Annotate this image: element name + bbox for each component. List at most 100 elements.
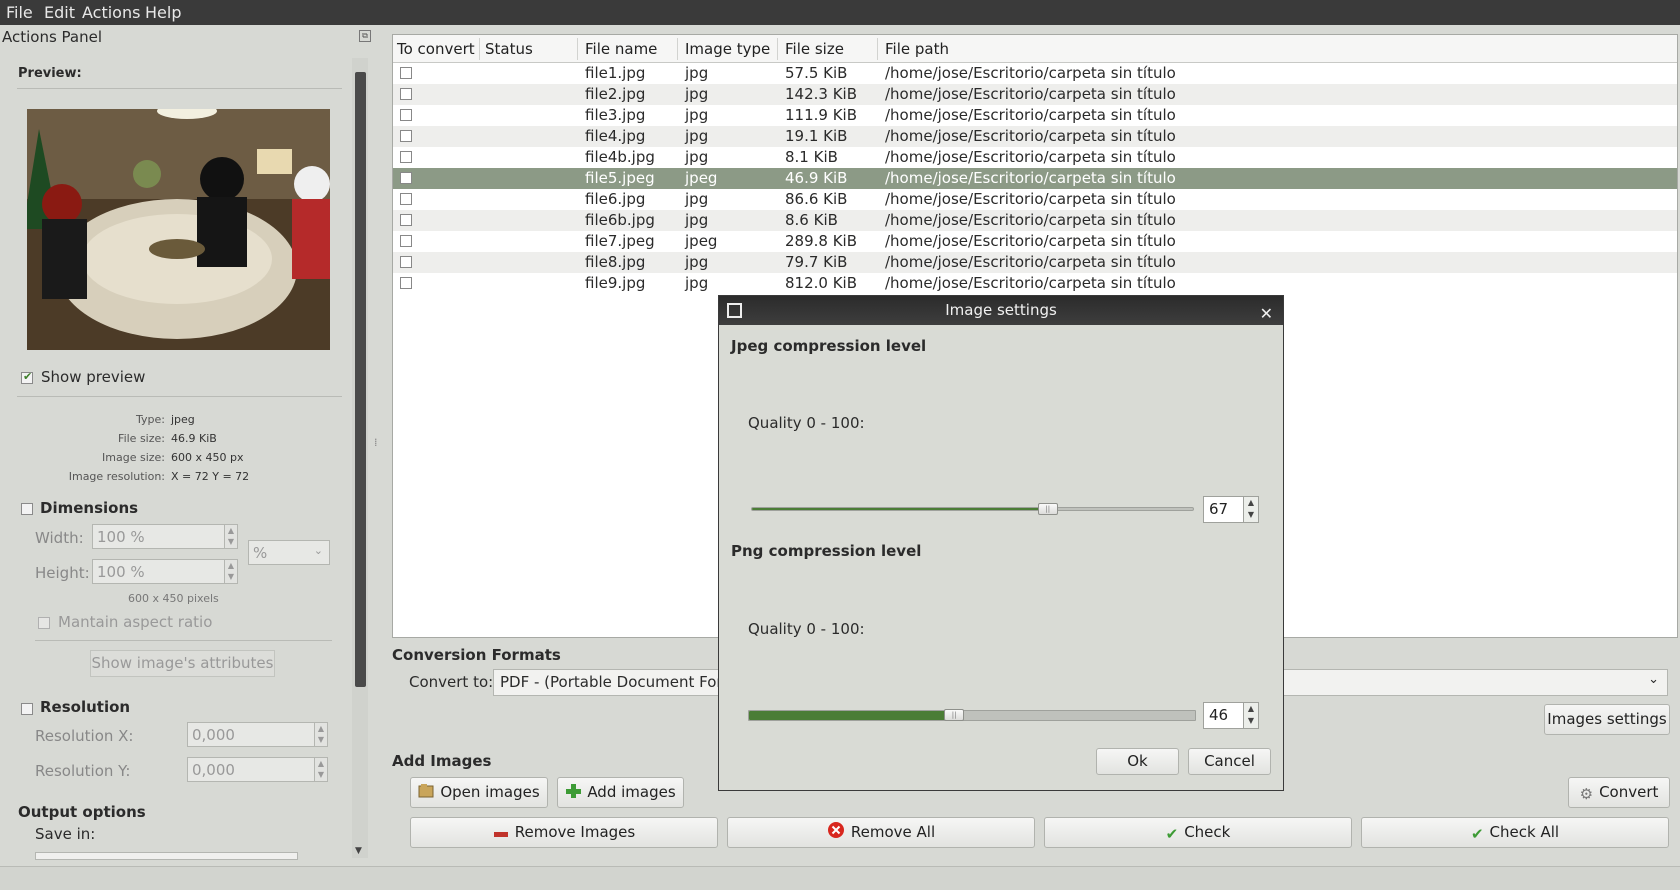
remove-all-button[interactable]: Remove All xyxy=(727,817,1035,848)
col-image-type[interactable]: Image type xyxy=(685,40,770,58)
width-label: Width: xyxy=(35,529,84,547)
row-convert-checkbox[interactable] xyxy=(400,109,412,121)
col-to-convert[interactable]: To convert xyxy=(397,40,475,58)
file-path-cell: /home/jose/Escritorio/carpeta sin título xyxy=(885,85,1176,103)
menu-edit[interactable]: Edit xyxy=(44,3,75,22)
jpeg-compression-title: Jpeg compression level xyxy=(731,337,927,355)
check-all-button[interactable]: ✔ Check All xyxy=(1361,817,1669,848)
scroll-down-icon[interactable]: ▼ xyxy=(355,846,362,856)
table-row[interactable]: file6.jpg jpg 86.6 KiB/home/jose/Escritori… xyxy=(393,189,1677,210)
png-quality-slider[interactable] xyxy=(748,710,1196,721)
png-compression-title: Png compression level xyxy=(731,542,922,560)
check-button[interactable]: ✔ Check xyxy=(1044,817,1352,848)
ok-button[interactable]: Ok xyxy=(1096,748,1179,775)
panel-scrollbar-thumb[interactable] xyxy=(355,72,366,687)
table-row[interactable]: file3.jpg jpg 111.9 KiB/home/jose/Escritor… xyxy=(393,105,1677,126)
row-convert-checkbox[interactable] xyxy=(400,277,412,289)
menu-help[interactable]: Help xyxy=(145,3,181,22)
panel-scrollbar[interactable]: ▼ xyxy=(352,58,368,858)
pane-splitter-handle[interactable]: ⁞ xyxy=(374,436,378,449)
add-images-title: Add Images xyxy=(392,752,492,770)
dialog-titlebar: Image settings ✕ xyxy=(719,296,1283,325)
images-settings-button[interactable]: Images settings xyxy=(1544,704,1670,735)
image-type-cell: jpg xyxy=(685,106,709,124)
row-convert-checkbox[interactable] xyxy=(400,214,412,226)
image-type-cell: jpg xyxy=(685,211,709,229)
resolution-x-spinner[interactable]: ▲ ▼ xyxy=(314,722,328,747)
unit-select[interactable]: % ⌄ xyxy=(248,540,330,565)
dimensions-checkbox[interactable] xyxy=(21,503,33,515)
file-path-cell: /home/jose/Escritorio/carpeta sin título xyxy=(885,190,1176,208)
row-convert-checkbox[interactable] xyxy=(400,256,412,268)
file-name-cell: file5.jpeg xyxy=(585,169,655,187)
col-status[interactable]: Status xyxy=(485,40,533,58)
col-file-size[interactable]: File size xyxy=(785,40,844,58)
panel-detach-icon[interactable]: ⧉ xyxy=(359,30,371,42)
aspect-ratio-label: Mantain aspect ratio xyxy=(58,613,213,631)
file-name-cell: file4b.jpg xyxy=(585,148,655,166)
png-quality-spinner[interactable]: ▲ ▼ xyxy=(1243,702,1259,729)
file-size-cell: 8.6 KiB xyxy=(785,211,838,229)
remove-images-button[interactable]: Remove Images xyxy=(410,817,718,848)
height-spinner[interactable]: ▲ ▼ xyxy=(224,559,238,584)
file-name-cell: file6b.jpg xyxy=(585,211,655,229)
close-icon[interactable]: ✕ xyxy=(1260,300,1273,328)
col-file-path[interactable]: File path xyxy=(885,40,949,58)
image-type-cell: jpg xyxy=(685,148,709,166)
resolution-y-field[interactable]: 0,000 xyxy=(187,757,315,782)
col-file-name[interactable]: File name xyxy=(585,40,657,58)
show-attributes-button[interactable]: Show image's attributes xyxy=(90,650,275,677)
row-convert-checkbox[interactable] xyxy=(400,235,412,247)
table-header: To convert Status File name Image type F… xyxy=(393,35,1677,63)
table-row[interactable]: file4.jpg jpg 19.1 KiB/home/jose/Escritori… xyxy=(393,126,1677,147)
jpeg-quality-input[interactable]: 67 xyxy=(1203,496,1245,523)
jpeg-quality-slider[interactable] xyxy=(751,507,1194,511)
row-convert-checkbox[interactable] xyxy=(400,130,412,142)
row-convert-checkbox[interactable] xyxy=(400,172,412,184)
show-preview-checkbox[interactable] xyxy=(21,370,33,384)
convert-button[interactable]: ⚙ Convert xyxy=(1568,777,1670,808)
row-convert-checkbox[interactable] xyxy=(400,151,412,163)
minus-icon xyxy=(493,820,509,849)
png-slider-handle[interactable]: || xyxy=(944,709,965,721)
width-spinner[interactable]: ▲ ▼ xyxy=(224,524,238,549)
height-field[interactable]: 100 % xyxy=(92,559,225,584)
menu-file[interactable]: File xyxy=(6,3,33,22)
jpeg-quality-spinner[interactable]: ▲ ▼ xyxy=(1243,496,1259,523)
preview-photo-icon xyxy=(27,109,330,350)
cancel-button[interactable]: Cancel xyxy=(1188,748,1271,775)
table-row[interactable]: file6b.jpg jpg 8.6 KiB/home/jose/Escritori… xyxy=(393,210,1677,231)
resolution-x-field[interactable]: 0,000 xyxy=(187,722,315,747)
table-row[interactable]: file5.jpeg jpeg 46.9 KiB/home/jose/Escrito… xyxy=(393,168,1677,189)
table-row[interactable]: file8.jpg jpg 79.7 KiB/home/jose/Escritori… xyxy=(393,252,1677,273)
menu-actions[interactable]: Actions xyxy=(82,3,140,22)
file-size-cell: 86.6 KiB xyxy=(785,190,848,208)
check-label: Check xyxy=(1184,823,1231,841)
jpeg-slider-handle[interactable]: || xyxy=(1037,503,1058,515)
window-icon[interactable] xyxy=(727,303,742,318)
file-size-cell: 812.0 KiB xyxy=(785,274,858,292)
open-images-button[interactable]: Open images xyxy=(410,777,548,808)
resolution-y-spinner[interactable]: ▲ ▼ xyxy=(314,757,328,782)
status-bar xyxy=(0,866,1680,890)
resolution-checkbox[interactable] xyxy=(21,703,33,715)
file-name-cell: file3.jpg xyxy=(585,106,646,124)
aspect-ratio-checkbox[interactable] xyxy=(38,617,50,629)
table-row[interactable]: file1.jpg jpg 57.5 KiB/home/jose/Escritori… xyxy=(393,63,1677,84)
table-row[interactable]: file2.jpg jpg 142.3 KiB/home/jose/Escritor… xyxy=(393,84,1677,105)
table-row[interactable]: file9.jpg jpg 812.0 KiB/home/jose/Escritor… xyxy=(393,273,1677,294)
save-in-label: Save in: xyxy=(35,825,96,843)
add-images-button[interactable]: Add images xyxy=(557,777,684,808)
png-quality-input[interactable]: 46 xyxy=(1203,702,1245,729)
table-row[interactable]: file4b.jpg jpg 8.1 KiB/home/jose/Escritori… xyxy=(393,147,1677,168)
table-row[interactable]: file7.jpeg jpeg 289.8 KiB/home/jose/Escrit… xyxy=(393,231,1677,252)
row-convert-checkbox[interactable] xyxy=(400,193,412,205)
row-convert-checkbox[interactable] xyxy=(400,67,412,79)
file-size-cell: 111.9 KiB xyxy=(785,106,858,124)
png-quality-label: Quality 0 - 100: xyxy=(748,620,865,638)
image-type-cell: jpg xyxy=(685,274,709,292)
row-convert-checkbox[interactable] xyxy=(400,88,412,100)
preview-image xyxy=(27,109,330,350)
width-field[interactable]: 100 % xyxy=(92,524,225,549)
save-in-field[interactable] xyxy=(35,852,298,860)
